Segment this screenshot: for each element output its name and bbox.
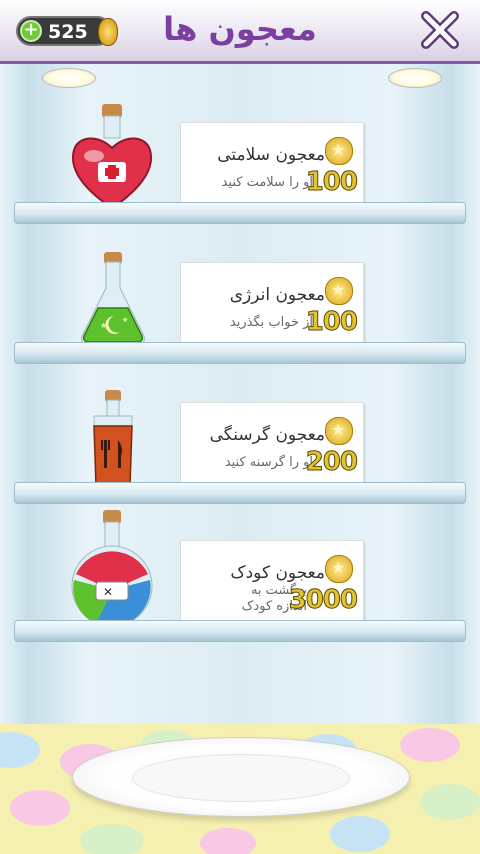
potion-name: معجون سلامتی bbox=[217, 145, 325, 165]
svg-text:★: ★ bbox=[122, 316, 128, 324]
potion-card-health[interactable]: معجون سلامتی او را سلامت کنید 100 bbox=[180, 122, 364, 208]
potion-name: معجون انرژی bbox=[229, 285, 325, 305]
fridge-light-right bbox=[388, 68, 442, 88]
shelf bbox=[14, 620, 466, 642]
potion-description: او را گرسنه کنید bbox=[224, 455, 313, 470]
shelf bbox=[14, 342, 466, 364]
potion-card-child[interactable]: معجون کودک برگشت به اندازه کودک 3000 bbox=[180, 540, 364, 626]
coin-icon bbox=[325, 277, 353, 305]
coin-icon bbox=[325, 137, 353, 165]
potion-price: 3000 bbox=[288, 585, 358, 616]
potion-name: معجون گرسنگی bbox=[209, 425, 325, 445]
fridge-light-left bbox=[42, 68, 96, 88]
potion-card-hunger[interactable]: معجون گرسنگی او را گرسنه کنید 200 bbox=[180, 402, 364, 488]
moon-potion-icon[interactable]: ★ ★ bbox=[78, 252, 148, 346]
potion-price: 100 bbox=[305, 307, 358, 338]
fork-knife-potion-icon[interactable] bbox=[88, 390, 138, 488]
potion-card-energy[interactable]: معجون انرژی از خواب بگذرید 100 bbox=[180, 262, 364, 348]
plate-center bbox=[132, 754, 350, 802]
shrink-potion-icon[interactable]: ✕ bbox=[66, 510, 158, 628]
coin-icon bbox=[325, 555, 353, 583]
potion-price: 200 bbox=[305, 447, 358, 478]
close-icon[interactable] bbox=[420, 10, 460, 50]
potion-description: از خواب بگذرید bbox=[229, 315, 313, 330]
shelf bbox=[14, 202, 466, 224]
shelf bbox=[14, 482, 466, 504]
page-title: معجون ها bbox=[163, 10, 317, 48]
heart-potion-icon[interactable] bbox=[66, 104, 158, 214]
svg-text:✕: ✕ bbox=[103, 585, 113, 599]
top-bar: + 525 معجون ها bbox=[0, 0, 480, 64]
potion-name: معجون کودک bbox=[230, 563, 325, 583]
coin-icon bbox=[325, 417, 353, 445]
potion-price: 100 bbox=[305, 167, 358, 198]
potion-description: او را سلامت کنید bbox=[221, 175, 313, 190]
svg-text:★: ★ bbox=[100, 321, 107, 330]
